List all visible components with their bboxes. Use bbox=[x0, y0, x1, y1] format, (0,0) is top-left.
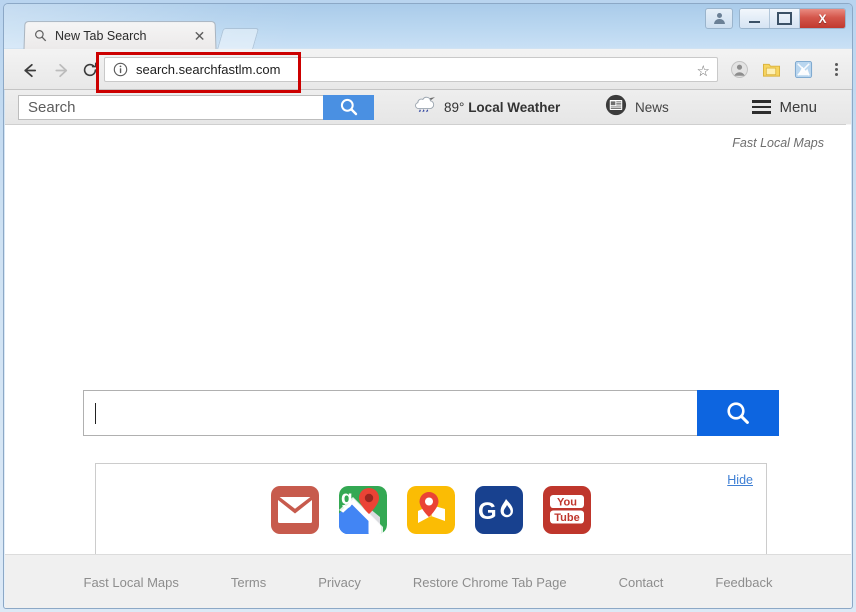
gmail-icon bbox=[278, 497, 312, 523]
extension-menu-label: Menu bbox=[779, 98, 817, 116]
person-icon-body bbox=[713, 19, 725, 24]
window-buttons-group: X bbox=[739, 8, 846, 29]
incognito-person-icon[interactable] bbox=[727, 57, 751, 81]
shortcut-tile-gmail[interactable] bbox=[271, 486, 319, 534]
person-icon bbox=[716, 13, 722, 18]
news-widget[interactable]: News bbox=[605, 94, 669, 121]
tab-title: New Tab Search bbox=[54, 28, 147, 43]
footer-link-terms[interactable]: Terms bbox=[231, 575, 266, 590]
svg-text:G: G bbox=[478, 498, 497, 524]
close-icon[interactable]: ✕ bbox=[192, 28, 207, 44]
cloud-rain-icon bbox=[413, 95, 437, 120]
weather-label: 89° Local Weather bbox=[444, 100, 560, 115]
browser-tab[interactable]: New Tab Search ✕ bbox=[23, 21, 217, 50]
footer-link-feedback[interactable]: Feedback bbox=[715, 575, 772, 590]
image-placeholder-icon[interactable] bbox=[791, 57, 815, 81]
weather-temperature: 89° bbox=[444, 99, 465, 115]
back-button[interactable] bbox=[17, 58, 41, 82]
page-brand-label: Fast Local Maps bbox=[732, 136, 824, 150]
minimize-button[interactable] bbox=[740, 9, 770, 28]
folder-note-icon[interactable] bbox=[759, 57, 783, 81]
close-icon: X bbox=[818, 11, 827, 26]
search-icon bbox=[34, 29, 47, 42]
extension-search-input[interactable]: Search bbox=[18, 94, 323, 120]
shortcut-tile-google-maps[interactable]: g bbox=[339, 486, 387, 534]
forward-button[interactable] bbox=[49, 58, 73, 82]
main-search-input[interactable] bbox=[83, 390, 697, 436]
new-tab-button[interactable] bbox=[216, 28, 260, 50]
news-label: News bbox=[635, 99, 669, 115]
search-icon bbox=[340, 98, 357, 116]
search-icon bbox=[727, 402, 749, 424]
footer-link-restore-chrome-tab-page[interactable]: Restore Chrome Tab Page bbox=[413, 575, 567, 590]
user-account-button[interactable] bbox=[705, 8, 733, 29]
highlight-rectangle bbox=[96, 52, 301, 93]
maps-directions-icon bbox=[407, 486, 455, 534]
browser-window: X New Tab Search ✕ search.searchfastlm.c… bbox=[3, 3, 853, 609]
chrome-menu-icon[interactable] bbox=[824, 57, 848, 81]
youtube-icon: You Tube bbox=[550, 495, 584, 524]
svg-text:g: g bbox=[341, 488, 353, 509]
web-page: Search 89° Local Weather News Menu Fast … bbox=[5, 90, 851, 608]
bookmark-star-icon[interactable]: ☆ bbox=[697, 62, 710, 80]
footer-link-privacy[interactable]: Privacy bbox=[318, 575, 361, 590]
extension-menu-button[interactable]: Menu bbox=[752, 99, 817, 116]
window-controls: X bbox=[705, 8, 846, 29]
shortcut-tile-youtube[interactable]: You Tube bbox=[543, 486, 591, 534]
google-maps-icon: g bbox=[339, 486, 387, 534]
gasbuddy-icon: G bbox=[478, 498, 513, 524]
screenshot-root: X New Tab Search ✕ search.searchfastlm.c… bbox=[0, 0, 856, 612]
extension-toolbar: Search 89° Local Weather News Menu bbox=[5, 90, 851, 125]
page-footer: Fast Local Maps Terms Privacy Restore Ch… bbox=[5, 554, 851, 608]
footer-link-fast-local-maps[interactable]: Fast Local Maps bbox=[84, 575, 179, 590]
minimize-icon bbox=[749, 20, 760, 23]
kebab-dots bbox=[834, 62, 838, 76]
close-button[interactable]: X bbox=[800, 9, 845, 28]
weather-widget[interactable]: 89° Local Weather bbox=[413, 95, 560, 120]
hamburger-icon bbox=[752, 100, 772, 114]
weather-text: Local Weather bbox=[468, 99, 561, 115]
page-body: Fast Local Maps Hide g G You Tube Fast L… bbox=[5, 125, 851, 608]
maximize-icon bbox=[777, 12, 792, 25]
extension-search-button[interactable] bbox=[323, 94, 374, 120]
svg-text:Tube: Tube bbox=[554, 512, 579, 524]
window-titlebar: X New Tab Search ✕ bbox=[4, 4, 852, 50]
shortcut-tile-gasbuddy[interactable]: G bbox=[475, 486, 523, 534]
shortcut-tiles: g G You Tube bbox=[96, 486, 766, 534]
extension-search: Search bbox=[18, 94, 374, 120]
footer-link-contact[interactable]: Contact bbox=[619, 575, 664, 590]
main-search bbox=[83, 390, 779, 436]
svg-text:You: You bbox=[557, 497, 577, 509]
newspaper-icon bbox=[605, 94, 627, 121]
hide-shortcuts-link[interactable]: Hide bbox=[727, 473, 753, 487]
main-search-button[interactable] bbox=[697, 390, 779, 436]
text-caret bbox=[95, 402, 96, 424]
maximize-button[interactable] bbox=[770, 9, 800, 28]
shortcut-tile-maps-directions[interactable] bbox=[407, 486, 455, 534]
